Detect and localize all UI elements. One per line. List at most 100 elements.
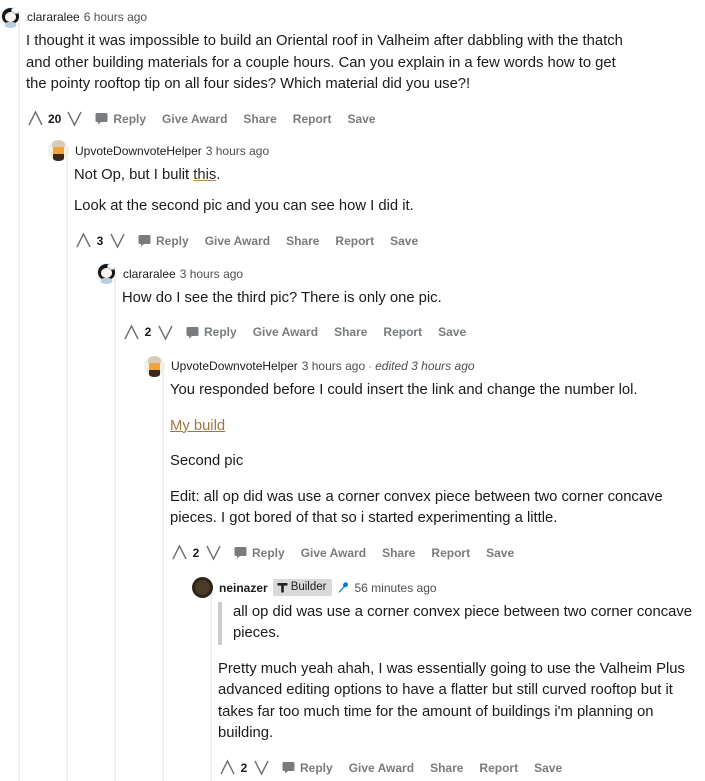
replies-depth-1: UpvoteDownvoteHelper 3 hours ago Not Op,…: [26, 132, 705, 781]
comment-action-bar: 2 Reply Give Award Share Report Save: [218, 755, 705, 781]
reply-label: Reply: [300, 760, 333, 775]
paragraph-suffix: .: [216, 166, 221, 183]
report-button[interactable]: Report: [431, 546, 470, 560]
comment-header: UpvoteDownvoteHelper 3 hours ago: [48, 140, 705, 162]
vote-group: 3: [74, 232, 126, 250]
replies-depth-4: neinazer Builder 56 minutes ago all op d…: [170, 566, 705, 781]
comment-paragraph: I thought it was impossible to build an …: [26, 33, 623, 92]
save-button[interactable]: Save: [347, 112, 375, 126]
comment-blockquote: all op did was use a corner convex piece…: [218, 601, 705, 645]
share-button[interactable]: Share: [243, 112, 276, 126]
reply-label: Reply: [204, 325, 237, 339]
comment-author[interactable]: neinazer: [219, 581, 268, 595]
share-button[interactable]: Share: [382, 546, 415, 560]
reply-button[interactable]: Reply: [186, 325, 237, 339]
comment-action-bar: 2 Reply Give Award Share Report Save: [170, 540, 705, 566]
comment-paragraph: Look at the second pic and you can see h…: [74, 198, 414, 214]
inline-link[interactable]: this: [193, 167, 216, 183]
vote-group: 2: [170, 544, 222, 562]
avatar[interactable]: [144, 355, 165, 377]
report-button[interactable]: Report: [335, 234, 374, 248]
save-button[interactable]: Save: [438, 325, 466, 339]
comment-author[interactable]: clararalee: [123, 267, 176, 281]
comment-author[interactable]: UpvoteDownvoteHelper: [171, 359, 298, 373]
comment-body: I thought it was impossible to build an …: [26, 28, 705, 132]
give-award-button[interactable]: Give Award: [162, 112, 227, 126]
upvote-arrow-icon[interactable]: [26, 110, 44, 128]
reply-button[interactable]: Reply: [95, 112, 146, 126]
avatar[interactable]: [192, 577, 213, 598]
reply-button[interactable]: Reply: [282, 761, 333, 775]
downvote-arrow-icon[interactable]: [156, 323, 174, 341]
comment-timestamp: 6 hours ago: [83, 10, 148, 24]
my-build-link[interactable]: My build: [170, 416, 225, 438]
comment-paragraph: You responded before I could insert the …: [170, 382, 638, 398]
paragraph-prefix: Not Op, but I bulit: [74, 166, 194, 183]
upvote-arrow-icon[interactable]: [170, 544, 188, 562]
share-button[interactable]: Share: [430, 761, 463, 775]
flair-label: Builder: [290, 580, 327, 593]
vote-score: 3: [96, 233, 104, 248]
give-award-button[interactable]: Give Award: [253, 325, 318, 339]
share-button[interactable]: Share: [286, 234, 319, 248]
comment-header: clararalee 6 hours ago: [0, 6, 705, 28]
comment-paragraph: My build: [170, 416, 705, 438]
replies-depth-2: clararalee 3 hours ago How do I see the …: [74, 254, 705, 781]
vote-score: 2: [144, 325, 152, 339]
comment-body: How do I see the third pic? There is onl…: [122, 285, 705, 346]
comment-bubble-icon: [138, 234, 151, 247]
comment-paragraph: Second pic: [170, 453, 244, 469]
comment-author[interactable]: clararalee: [27, 10, 80, 24]
upvote-arrow-icon[interactable]: [122, 323, 140, 341]
vote-group: 2: [218, 759, 270, 777]
downvote-arrow-icon[interactable]: [108, 232, 126, 250]
vote-group: 20: [26, 110, 83, 128]
comment-header: UpvoteDownvoteHelper 3 hours ago · edite…: [144, 355, 705, 377]
save-button[interactable]: Save: [486, 546, 514, 560]
share-button[interactable]: Share: [334, 325, 367, 339]
reply-button[interactable]: Reply: [138, 234, 189, 248]
give-award-button[interactable]: Give Award: [349, 761, 414, 775]
avatar[interactable]: [0, 6, 21, 28]
downvote-arrow-icon[interactable]: [65, 110, 83, 128]
comment-bubble-icon: [234, 546, 247, 559]
give-award-button[interactable]: Give Award: [301, 546, 366, 560]
comment-c1: clararalee 6 hours ago I thought it was …: [0, 0, 705, 781]
report-button[interactable]: Report: [293, 112, 332, 126]
comment-paragraph: Not Op, but I bulit this.: [74, 165, 686, 187]
comment-c2: UpvoteDownvoteHelper 3 hours ago Not Op,…: [48, 132, 705, 781]
comment-timestamp: 3 hours ago: [179, 266, 244, 281]
comment-action-bar: 3 Reply Give Award Share Report Save: [74, 228, 705, 254]
report-button[interactable]: Report: [383, 325, 422, 339]
comment-body: Not Op, but I bulit this. Look at the se…: [74, 162, 705, 254]
upvote-arrow-icon[interactable]: [218, 759, 236, 777]
downvote-arrow-icon[interactable]: [204, 544, 222, 562]
save-button[interactable]: Save: [390, 234, 418, 248]
vote-score: 20: [48, 111, 62, 126]
vote-score: 2: [240, 760, 248, 775]
downvote-arrow-icon[interactable]: [252, 759, 270, 777]
report-button[interactable]: Report: [479, 761, 518, 775]
comment-author[interactable]: UpvoteDownvoteHelper: [75, 144, 202, 158]
comment-body: all op did was use a corner convex piece…: [218, 599, 705, 781]
avatar[interactable]: [48, 140, 69, 161]
reply-button[interactable]: Reply: [234, 546, 285, 560]
save-button[interactable]: Save: [534, 761, 562, 775]
avatar[interactable]: [96, 263, 117, 284]
comment-thread: clararalee 6 hours ago I thought it was …: [0, 0, 705, 781]
upvote-arrow-icon[interactable]: [74, 232, 92, 250]
comment-timestamp: 3 hours ago: [205, 143, 270, 158]
vote-group: 2: [122, 323, 174, 341]
comment-c3: clararalee 3 hours ago How do I see the …: [96, 254, 705, 781]
comment-timestamp: 56 minutes ago: [354, 580, 437, 595]
reply-label: Reply: [156, 233, 189, 248]
reply-label: Reply: [113, 111, 147, 126]
hammer-icon: [277, 582, 288, 593]
comment-header: clararalee 3 hours ago: [96, 263, 705, 285]
user-flair-badge[interactable]: Builder: [272, 578, 332, 597]
comment-c5: neinazer Builder 56 minutes ago all op d…: [192, 566, 705, 781]
comment-bubble-icon: [186, 326, 199, 339]
give-award-button[interactable]: Give Award: [205, 234, 270, 248]
comment-timestamp: 3 hours ago: [301, 359, 366, 373]
comment-body: You responded before I could insert the …: [170, 377, 705, 566]
